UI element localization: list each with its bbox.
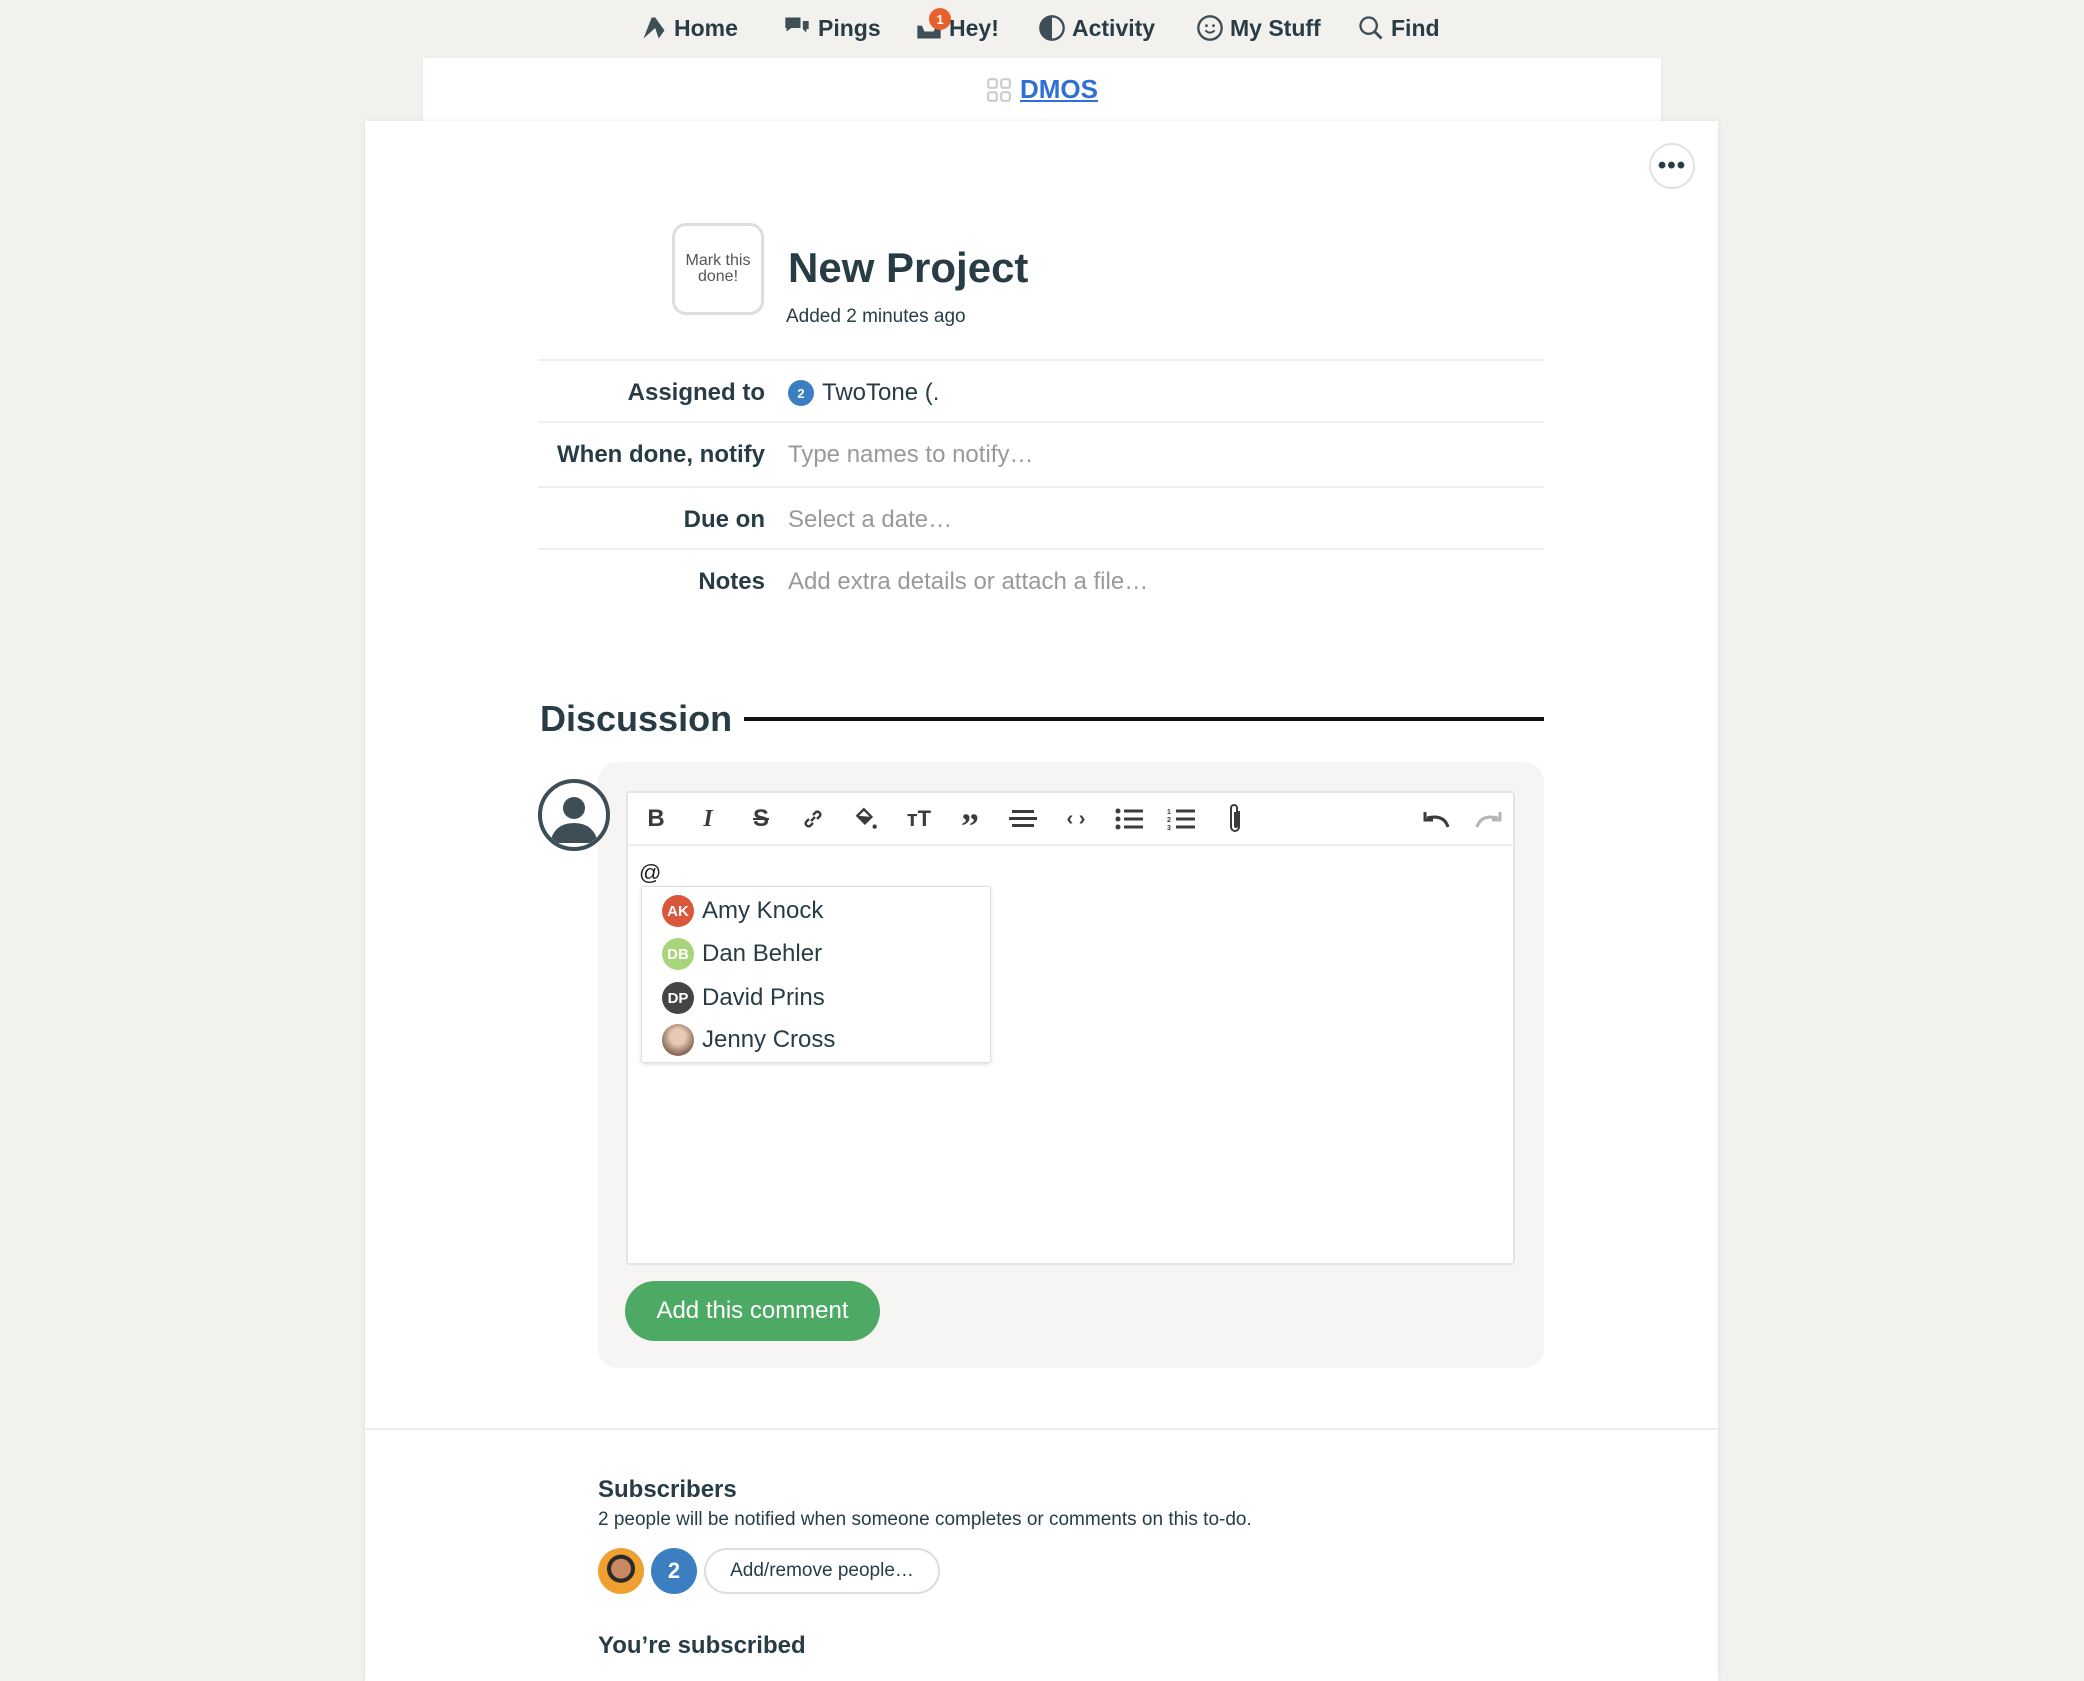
home-icon	[643, 17, 665, 39]
discussion-heading: Discussion	[540, 698, 733, 739]
twotone-avatar: 2	[788, 380, 814, 406]
editor-toolbar: B I S ᴛT ” ‹ › 123	[628, 793, 1513, 846]
link-icon[interactable]	[798, 805, 828, 833]
notify-input[interactable]: Type names to notify…	[788, 441, 1033, 469]
grid-icon	[987, 77, 1011, 102]
search-icon	[1359, 16, 1383, 40]
nav-my-stuff[interactable]: My Stuff	[1196, 8, 1321, 48]
numbered-list-icon[interactable]: 123	[1166, 805, 1196, 833]
mention-option[interactable]: Jenny Cross	[662, 1020, 835, 1060]
svg-text:1: 1	[1167, 809, 1171, 816]
strikethrough-icon[interactable]: S	[746, 805, 776, 833]
project-header: DMOS	[423, 58, 1661, 128]
add-comment-button[interactable]: Add this comment	[625, 1281, 880, 1341]
nav-activity[interactable]: Activity	[1038, 8, 1155, 48]
subscribers-heading: Subscribers	[598, 1476, 737, 1503]
field-label: Notes	[698, 568, 765, 595]
nav-pings[interactable]: Pings	[782, 8, 881, 48]
editor-text: @	[639, 860, 662, 885]
project-link[interactable]: DMOS	[1020, 74, 1098, 105]
bullet-list-icon[interactable]	[1114, 805, 1144, 833]
avatar: DP	[662, 982, 694, 1014]
field-due-on: Due on Select a date…	[538, 486, 1544, 548]
mention-option[interactable]: DP David Prins	[662, 978, 825, 1018]
italic-icon[interactable]: I	[693, 805, 723, 833]
section-divider	[365, 1428, 1718, 1430]
nav-find[interactable]: Find	[1357, 8, 1440, 48]
highlight-icon[interactable]	[851, 805, 881, 833]
svg-text:2: 2	[1167, 817, 1171, 824]
pings-icon	[785, 17, 809, 33]
undo-icon[interactable]	[1421, 805, 1451, 833]
user-avatar	[538, 779, 610, 851]
discussion-rule	[744, 717, 1544, 721]
subscription-status: You’re subscribed	[598, 1632, 806, 1659]
mention-name: Jenny Cross	[702, 1026, 836, 1053]
bold-icon[interactable]: B	[641, 805, 671, 833]
field-label: Assigned to	[627, 379, 765, 406]
nav-label: Pings	[818, 14, 881, 41]
nav-label: Home	[674, 14, 738, 41]
field-notify: When done, notify Type names to notify…	[538, 421, 1544, 483]
mention-name: Dan Behler	[702, 940, 823, 967]
assignee-name: TwoTone (.	[822, 379, 940, 406]
nav-label: Hey!	[949, 14, 999, 41]
mention-name: David Prins	[702, 984, 825, 1011]
todo-title[interactable]: New Project	[788, 244, 1028, 292]
added-timestamp: Added 2 minutes ago	[786, 306, 966, 327]
nav-hey[interactable]: 1 Hey!	[915, 8, 999, 48]
assignee[interactable]: 2 TwoTone (.	[788, 379, 939, 407]
mention-option[interactable]: AK Amy Knock	[662, 891, 823, 931]
add-remove-people-button[interactable]: Add/remove people…	[704, 1548, 940, 1594]
nav-label: Activity	[1072, 14, 1156, 41]
breadcrumb: DMOS	[423, 74, 1661, 105]
ellipsis-icon: •••	[1657, 152, 1687, 179]
activity-icon	[1039, 15, 1065, 41]
field-assigned-to: Assigned to 2 TwoTone (.	[538, 359, 1544, 421]
field-notes: Notes Add extra details or attach a file…	[538, 548, 1544, 610]
subscriber-avatar[interactable]	[598, 1548, 644, 1594]
due-date-input[interactable]: Select a date…	[788, 506, 952, 534]
quote-icon[interactable]: ”	[955, 805, 985, 846]
subscribers-description: 2 people will be notified when someone c…	[598, 1509, 1252, 1530]
svg-text:3: 3	[1167, 825, 1171, 831]
mention-name: Amy Knock	[702, 897, 824, 924]
top-nav: Home Pings 1 Hey! Activity My Stuff Find	[0, 8, 2084, 48]
more-options-button[interactable]: •••	[1649, 143, 1695, 189]
field-label: When done, notify	[557, 441, 765, 468]
code-icon[interactable]: ‹ ›	[1061, 805, 1091, 833]
notes-input[interactable]: Add extra details or attach a file…	[788, 568, 1148, 596]
notification-badge: 1	[929, 8, 951, 30]
avatar: DB	[662, 938, 694, 970]
my-stuff-icon	[1197, 15, 1223, 41]
twotone-avatar[interactable]: 2	[651, 1548, 697, 1594]
heading-icon[interactable]: ᴛT	[904, 805, 934, 833]
avatar: AK	[662, 895, 694, 927]
nav-label: My Stuff	[1230, 14, 1321, 41]
avatar-photo	[662, 1024, 694, 1056]
nav-home[interactable]: Home	[640, 8, 738, 48]
divider-icon[interactable]	[1008, 805, 1038, 833]
mention-dropdown: AK Amy Knock DB Dan Behler DP David Prin…	[641, 886, 991, 1063]
nav-label: Find	[1391, 14, 1440, 41]
attachment-icon[interactable]	[1220, 804, 1250, 833]
mention-option[interactable]: DB Dan Behler	[662, 934, 822, 974]
field-label: Due on	[683, 506, 765, 533]
mark-done-checkbox[interactable]: Mark this done!	[672, 223, 764, 315]
redo-icon[interactable]	[1474, 805, 1504, 833]
person-icon	[550, 797, 598, 843]
